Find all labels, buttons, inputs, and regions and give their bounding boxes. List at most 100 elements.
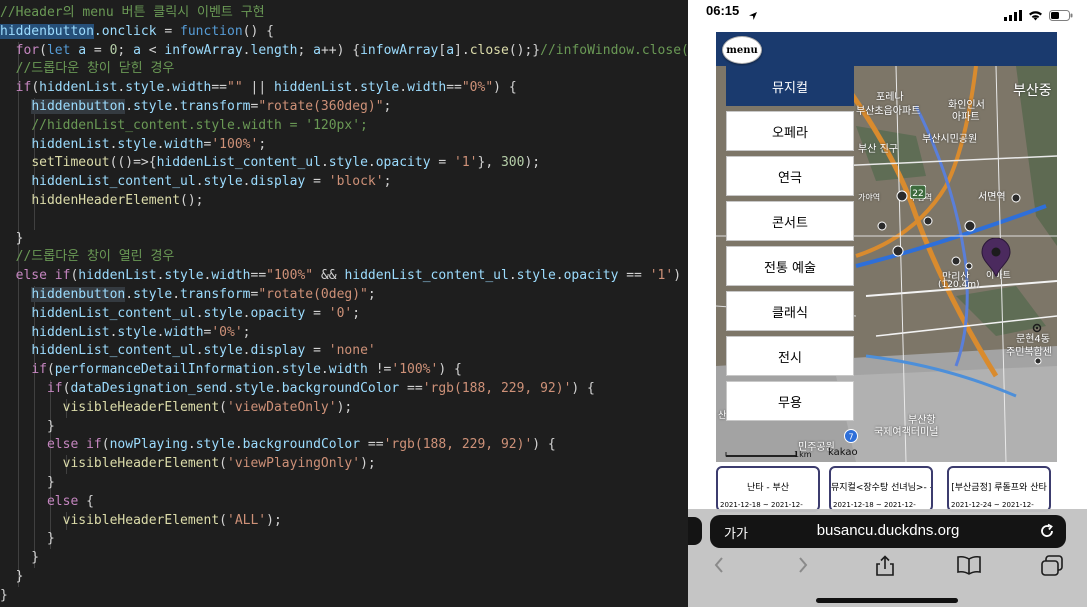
code-token: close — [469, 42, 509, 58]
code-line[interactable]: } — [0, 549, 688, 568]
menu-item[interactable]: 뮤지컬 — [726, 66, 854, 106]
menu-item[interactable]: 오페라 — [726, 111, 854, 151]
share-icon[interactable] — [874, 555, 896, 581]
code-text: } — [0, 588, 8, 603]
code-token: style — [164, 268, 204, 284]
code-line[interactable]: visibleHeaderElement('ALL'); — [0, 511, 688, 531]
code-token: style — [203, 343, 243, 359]
code-token: if — [54, 268, 71, 284]
code-line[interactable]: hiddenList_content_ul.style.opacity = '0… — [0, 304, 688, 324]
code-line[interactable] — [0, 210, 688, 230]
code-line[interactable]: } — [0, 417, 688, 437]
code-token: opacity — [563, 268, 619, 284]
bookmarks-icon[interactable] — [956, 555, 982, 579]
code-token: ; — [297, 42, 314, 58]
code-token: || — [242, 80, 274, 96]
code-line[interactable]: //드롭다운 창이 닫힌 경우 — [0, 60, 688, 80]
code-text: hiddenList.style.width='100%'; — [0, 137, 266, 152]
code-token: ) { — [673, 268, 682, 284]
code-line[interactable]: visibleHeaderElement('viewPlayingOnly'); — [0, 455, 688, 474]
code-line[interactable]: if(performanceDetailInformation.style.wi… — [0, 361, 688, 380]
code-token: = — [156, 23, 181, 39]
code-token: ; — [383, 174, 392, 190]
menu-button[interactable]: menu — [722, 36, 762, 64]
code-line[interactable]: } — [0, 567, 688, 587]
code-token: opacity — [250, 305, 306, 321]
code-line[interactable]: //hiddenList_content.style.width = '120p… — [0, 116, 688, 136]
menu-item[interactable]: 무용 — [726, 381, 854, 421]
code-token: hiddenbutton — [0, 23, 94, 39]
map-label: 부산초읍아파트 — [856, 106, 921, 117]
menu-item[interactable]: 전통 예술 — [726, 246, 854, 286]
code-token: . — [273, 380, 282, 396]
code-text: hiddenList_content_ul.style.display = 'b… — [0, 174, 391, 189]
code-token: '100%' — [391, 362, 439, 378]
performance-card[interactable]: [부산금정] 루돌프와 산타 2021-12-24 ~ 2021-12- — [947, 466, 1051, 512]
code-line[interactable]: else if(hiddenList.style.width=="100%" &… — [0, 267, 688, 286]
code-token: width — [164, 324, 204, 340]
code-token: == — [360, 437, 384, 453]
code-token: let — [46, 42, 71, 58]
code-editor[interactable]: //Header의 menu 버튼 클릭시 이벤트 구현 hiddenbutton… — [0, 0, 688, 607]
code-line[interactable]: //Header의 menu 버튼 클릭시 이벤트 구현 — [0, 4, 688, 23]
code-area[interactable]: //Header의 menu 버튼 클릭시 이벤트 구현 hiddenbutton… — [0, 4, 688, 606]
code-token: style — [117, 324, 157, 340]
code-token: hiddenList_content_ul — [31, 174, 196, 190]
map-pin-icon[interactable] — [980, 237, 1012, 282]
reload-icon[interactable] — [1038, 522, 1056, 544]
code-line[interactable]: visibleHeaderElement('viewDateOnly'); — [0, 398, 688, 418]
code-token: hiddenList — [273, 80, 353, 96]
code-token: (); — [180, 192, 204, 208]
code-line[interactable]: for(let a = 0; a < infowArray.length; a+… — [0, 41, 688, 61]
code-text: //hiddenList_content.style.width = '120p… — [0, 118, 368, 133]
code-token: //hiddenList_content.style.width = '120p… — [31, 117, 368, 133]
code-token: width — [164, 136, 204, 152]
menu-item[interactable]: 전시 — [726, 336, 854, 376]
tabs-icon[interactable] — [1040, 555, 1064, 581]
map-label: 아파트 — [952, 112, 980, 123]
menu-item[interactable]: 연극 — [726, 156, 854, 196]
status-bar: 06:15 — [688, 0, 1087, 26]
code-token: . — [195, 305, 204, 321]
code-line[interactable]: else if(nowPlaying.style.backgroundColor… — [0, 436, 688, 456]
back-icon[interactable] — [712, 555, 726, 579]
url-text[interactable]: busancu.duckdns.org — [710, 522, 1066, 539]
code-line[interactable]: } — [0, 229, 688, 249]
code-line[interactable]: else { — [0, 492, 688, 512]
code-line[interactable]: //드롭다운 창이 열린 경우 — [0, 248, 688, 268]
code-line[interactable]: } — [0, 473, 688, 493]
code-line[interactable]: hiddenbutton.style.transform="rotate(360… — [0, 97, 688, 117]
code-token: for — [15, 42, 40, 58]
address-bar[interactable]: 가가 busancu.duckdns.org — [710, 515, 1066, 548]
code-line[interactable]: hiddenList.style.width='100%'; — [0, 135, 688, 155]
previous-tab-peek[interactable] — [688, 517, 702, 545]
code-token: . — [399, 80, 408, 96]
code-token: . — [555, 268, 564, 284]
code-line[interactable]: hiddenHeaderElement(); — [0, 191, 688, 211]
code-line[interactable]: } — [0, 587, 688, 606]
menu-item[interactable]: 콘서트 — [726, 201, 854, 241]
forward-icon[interactable] — [796, 555, 810, 579]
road-shield-icon: 7 — [844, 428, 858, 447]
code-token: }, — [477, 155, 501, 171]
performance-date: 2021-12-18 ~ 2021-12- — [720, 501, 803, 509]
menu-item[interactable]: 클래식 — [726, 291, 854, 331]
code-line[interactable]: hiddenbutton.style.transform="rotate(0de… — [0, 285, 688, 305]
code-line[interactable]: if(hiddenList.style.width=="" || hiddenL… — [0, 79, 688, 98]
code-line[interactable]: } — [0, 530, 688, 550]
performance-card[interactable]: 뮤지컬<장수탕 선녀님>- 부 2021-12-18 ~ 2021-12- — [829, 466, 933, 512]
code-line[interactable]: hiddenList_content_ul.style.display = 'b… — [0, 173, 688, 192]
code-line[interactable]: hiddenList.style.width='0%'; — [0, 323, 688, 343]
code-line[interactable]: hiddenList_content_ul.style.display = 'n… — [0, 342, 688, 362]
code-line[interactable]: if(dataDesignation_send.style.background… — [0, 379, 688, 399]
map-label: 부산시민공원 — [922, 134, 978, 145]
performance-card[interactable]: 난타 - 부산 2021-12-18 ~ 2021-12- — [716, 466, 820, 512]
code-token: != — [367, 362, 392, 378]
code-line[interactable]: hiddenbutton.onclick = function() { — [0, 23, 688, 42]
code-line[interactable]: setTimeout(()=>{hiddenList_content_ul.st… — [0, 154, 688, 174]
